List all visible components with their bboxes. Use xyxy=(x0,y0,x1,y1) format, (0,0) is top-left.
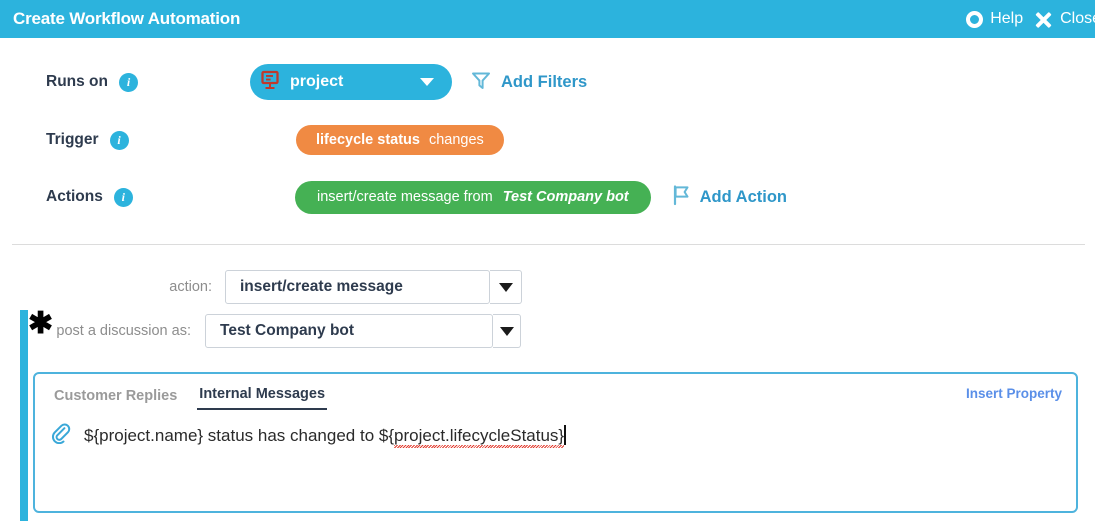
trigger-label-group: Trigger i xyxy=(0,130,250,150)
project-board-icon xyxy=(259,69,281,96)
post-as-select-value[interactable]: Test Company bot xyxy=(205,314,493,348)
runs-on-label-group: Runs on i xyxy=(0,72,250,92)
action-select-arrow[interactable] xyxy=(490,270,522,304)
actions-info-icon[interactable]: i xyxy=(113,187,133,207)
action-select-value[interactable]: insert/create message xyxy=(225,270,490,304)
create-workflow-automation-screen: Create Workflow Automation Help Close Ru… xyxy=(0,0,1095,521)
add-filters-button[interactable]: Add Filters xyxy=(470,69,587,96)
message-editor: Customer Replies Internal Messages Inser… xyxy=(33,372,1078,513)
action-pill[interactable]: insert/create message from Test Company … xyxy=(295,180,651,214)
chevron-down-icon xyxy=(498,282,513,292)
add-action-button[interactable]: Add Action xyxy=(671,184,787,211)
runs-on-entity-label: project xyxy=(290,73,344,90)
action-pill-bot-name: Test Company bot xyxy=(502,189,629,205)
message-text-prefix: ${project.name} status has changed to ${ xyxy=(84,426,395,445)
insert-property-link[interactable]: Insert Property xyxy=(966,386,1062,401)
tab-customer-replies[interactable]: Customer Replies xyxy=(52,386,179,410)
add-action-label: Add Action xyxy=(699,187,788,206)
required-section-accent-bar xyxy=(20,310,28,521)
runs-on-info-icon[interactable]: i xyxy=(119,72,138,92)
message-body-text[interactable]: ${project.name} status has changed to ${… xyxy=(84,425,567,446)
page-title: Create Workflow Automation xyxy=(13,9,241,28)
action-select[interactable]: insert/create message xyxy=(225,270,522,304)
titlebar-actions: Help Close xyxy=(966,0,1095,38)
runs-on-label: Runs on xyxy=(46,73,108,90)
action-field-label: action: xyxy=(169,279,212,295)
flag-icon xyxy=(671,184,691,211)
action-pill-prefix: insert/create message from xyxy=(317,189,493,205)
help-button[interactable]: Help xyxy=(966,10,1023,28)
trigger-info-icon[interactable]: i xyxy=(109,130,129,150)
close-button-label: Close xyxy=(1060,10,1095,27)
trigger-label: Trigger xyxy=(46,131,99,148)
chevron-down-icon xyxy=(499,326,514,336)
tab-internal-messages[interactable]: Internal Messages xyxy=(197,384,328,410)
message-text-misspelled: project.lifecycleStatus} xyxy=(394,426,565,445)
post-as-select-row: post a discussion as: Test Company bot xyxy=(36,314,521,348)
post-as-select[interactable]: Test Company bot xyxy=(205,314,521,348)
chevron-down-icon xyxy=(420,78,434,86)
post-as-field-label: post a discussion as: xyxy=(56,323,191,339)
window-titlebar: Create Workflow Automation Help Close xyxy=(0,0,1095,38)
editor-tabs: Customer Replies Internal Messages xyxy=(52,384,328,410)
trigger-field-label: lifecycle status xyxy=(316,132,420,148)
close-x-icon xyxy=(1034,10,1053,29)
action-select-row: action: insert/create message xyxy=(156,270,522,304)
filter-funnel-icon xyxy=(470,69,492,96)
close-button[interactable]: Close xyxy=(1034,10,1095,29)
add-filters-label: Add Filters xyxy=(501,72,588,91)
actions-row: Actions i insert/create message from Tes… xyxy=(0,173,787,221)
text-cursor xyxy=(564,425,567,445)
trigger-event-label: changes xyxy=(428,132,484,148)
section-divider xyxy=(12,244,1085,245)
lifering-icon xyxy=(966,10,984,28)
post-as-select-arrow[interactable] xyxy=(493,314,521,348)
runs-on-entity-dropdown[interactable]: project xyxy=(250,64,452,100)
trigger-condition-pill[interactable]: lifecycle status changes xyxy=(296,125,504,155)
runs-on-row: Runs on i project Add Filters xyxy=(0,57,587,107)
paperclip-icon[interactable] xyxy=(49,422,71,449)
trigger-row: Trigger i lifecycle status changes xyxy=(0,116,504,164)
message-body-row[interactable]: ${project.name} status has changed to ${… xyxy=(49,422,1062,449)
help-button-label: Help xyxy=(990,10,1024,27)
actions-label-group: Actions i xyxy=(0,187,250,207)
actions-label: Actions xyxy=(46,188,103,205)
